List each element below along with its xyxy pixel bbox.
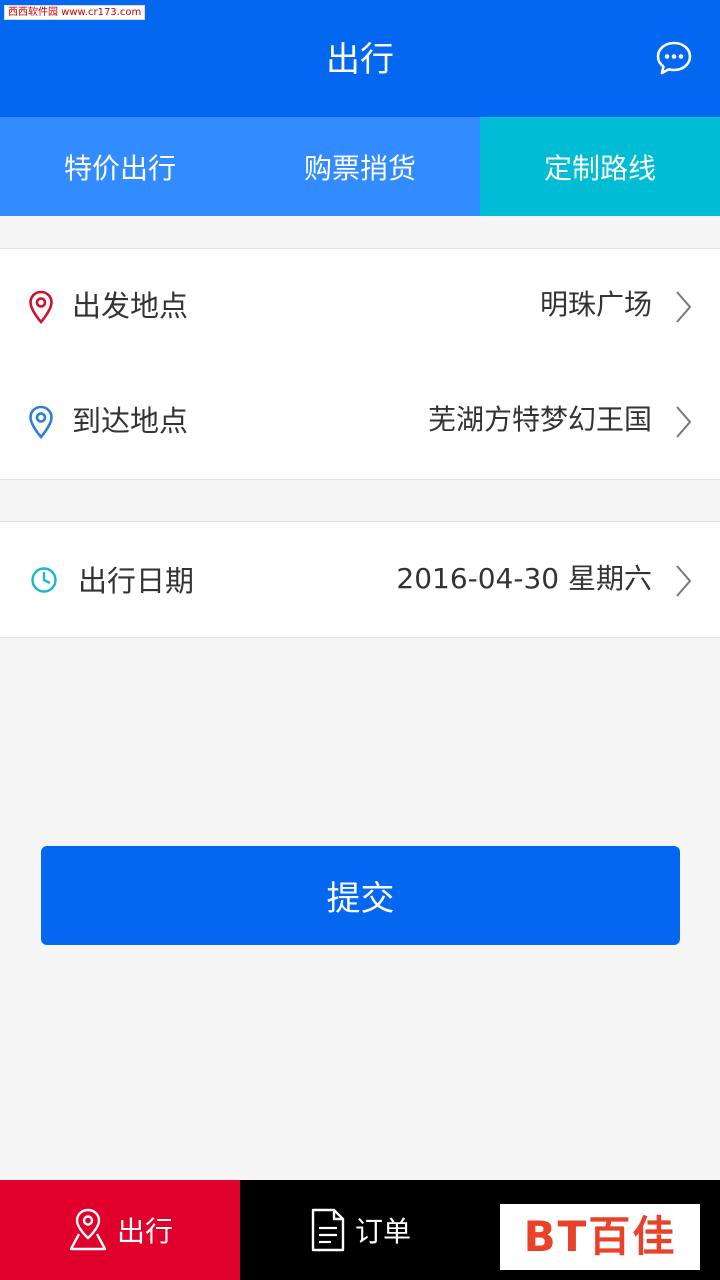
chevron-right-icon (676, 406, 692, 438)
tabbar-item-travel[interactable]: 出行 (0, 1180, 240, 1280)
clock-icon (30, 566, 58, 598)
watermark: 西西软件园 www.cr173.com (4, 5, 146, 20)
chat-button[interactable] (656, 40, 692, 76)
map-pin-icon (69, 1208, 107, 1251)
chat-bubble-icon (656, 41, 692, 75)
brand-logo-text: BT百佳 (523, 1212, 677, 1261)
page-title: 出行 (326, 40, 394, 80)
chevron-right-icon (676, 565, 692, 597)
arrival-label: 到达地点 (72, 404, 189, 438)
arrival-row[interactable]: 到达地点 芜湖方特梦幻王国 (0, 363, 720, 480)
top-tabs: 特价出行 购票捎货 定制路线 (0, 117, 720, 216)
location-pin-icon (28, 290, 54, 328)
tab-custom-route[interactable]: 定制路线 (480, 117, 720, 216)
travel-date-label: 出行日期 (78, 564, 195, 598)
departure-label: 出发地点 (72, 289, 189, 323)
travel-date-value: 2016-04-30 星期六 (396, 562, 652, 595)
chevron-right-icon (676, 291, 692, 323)
tabbar-label-orders: 订单 (354, 1215, 411, 1248)
tabbar-item-orders[interactable]: 订单 (240, 1180, 480, 1280)
submit-button[interactable]: 提交 (41, 846, 680, 945)
tabbar-label-travel: 出行 (116, 1215, 173, 1248)
location-pin-icon (28, 405, 54, 443)
departure-row[interactable]: 出发地点 明珠广场 (0, 248, 720, 364)
tab-ticket-delivery[interactable]: 购票捎货 (240, 117, 480, 216)
brand-logo: BT百佳 (500, 1204, 700, 1270)
travel-date-row[interactable]: 出行日期 2016-04-30 星期六 (0, 521, 720, 638)
departure-value: 明珠广场 (539, 288, 652, 321)
document-icon (311, 1208, 345, 1252)
tab-special-travel[interactable]: 特价出行 (0, 117, 240, 216)
arrival-value: 芜湖方特梦幻王国 (427, 403, 652, 436)
